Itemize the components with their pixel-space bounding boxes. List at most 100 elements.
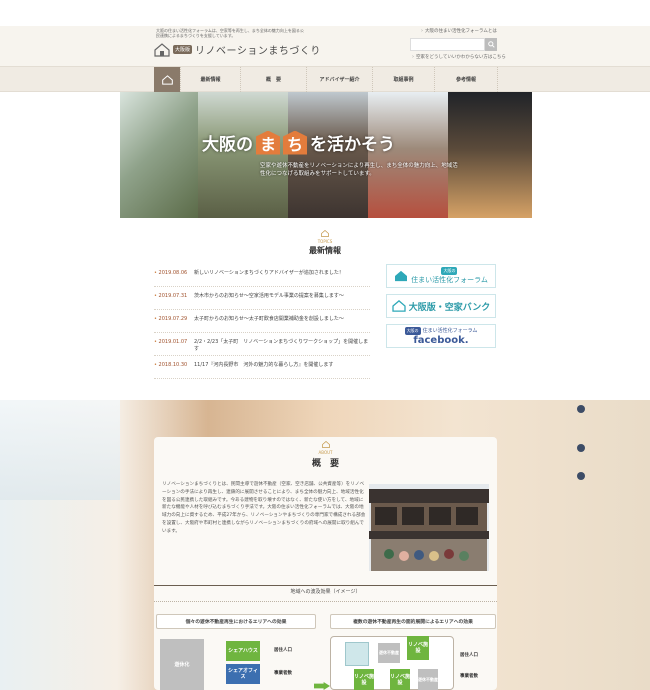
about-photo: [369, 484, 489, 571]
forum-about-label: 大阪の住まい活性化フォーラムとは: [425, 29, 497, 34]
news-list: 2019.08.06新しいリノベーションまちづくりアドバイザーが追加されました！…: [154, 264, 370, 379]
news-date: 2019.01.07: [154, 339, 194, 345]
vacant-property-label: 遊休不動産: [418, 676, 438, 682]
house-icon: [392, 300, 406, 312]
side-banners: 大阪の 住まい活性化フォーラム 大阪版・空家バンク 大阪の 住まい活性化フォーラ…: [386, 264, 496, 354]
house-logo-icon: [154, 42, 170, 57]
divider: [154, 585, 497, 586]
residents-label: 居住人口: [274, 648, 292, 653]
news-text: 11/17『河内長野市 河外の魅力的な暮らし方』を開催します: [194, 362, 334, 368]
hero-title-chi: ち: [283, 130, 307, 155]
pendant-lamp: [577, 444, 585, 452]
arrow-icon: ›: [412, 54, 414, 60]
forum-banner-title: 住まい活性化フォーラム: [411, 276, 488, 284]
renovation-block: リノベ施設: [407, 636, 429, 660]
news-text: 茨木市からのお知らせ〜空家活用モデル事業の提案を募集します〜: [194, 293, 344, 299]
site-header: 大阪の住まい活性化フォーラムは、空家等を再生し、まち全体の魅力向上を図る公民連携…: [0, 26, 650, 66]
arrow-icon: ›: [421, 28, 423, 34]
vacant-label: 遊休化: [174, 661, 190, 668]
news-date: 2018.10.30: [154, 362, 194, 368]
forum-banner[interactable]: 大阪の 住まい活性化フォーラム: [386, 264, 496, 288]
businesses-label: 事業者数: [274, 671, 292, 676]
logo-badge: 大阪版: [173, 45, 193, 54]
news-item[interactable]: 2019.07.31茨木市からのお知らせ〜空家活用モデル事業の提案を募集します〜: [154, 287, 370, 310]
share-office-label: シェアオフィス: [228, 668, 258, 680]
about-title: 概 要: [311, 459, 339, 469]
pendant-lamp: [577, 405, 585, 413]
house-icon: [321, 441, 330, 448]
hero-title-ma: ま: [256, 130, 280, 155]
window-light: [0, 400, 120, 500]
site-logo[interactable]: 大阪版 リノベーションまちづくり: [154, 42, 321, 57]
forum-banner-small: 大阪の: [441, 267, 458, 275]
header-intro: 大阪の住まい活性化フォーラムは、空家等を再生し、まち全体の魅力向上を図る公民連携…: [156, 28, 304, 38]
topics-heading: TOPICS 最新情報: [270, 230, 380, 256]
divider: [154, 601, 497, 602]
renovation-block: リノベ施設: [390, 669, 410, 690]
home-icon: [161, 74, 173, 85]
hero-photo-townhouse: [288, 92, 368, 218]
page: 大阪の住まい活性化フォーラムは、空家等を再生し、まち全体の魅力向上を図る公民連携…: [0, 0, 650, 690]
share-house-label: シェアハウス: [228, 648, 258, 654]
global-nav: 最新情報 概 要 アドバイザー紹介 取組事例 参考情報: [0, 66, 650, 92]
effect-box-individual: 個々の遊休不動産再生におけるエリアへの効果: [156, 614, 316, 629]
vacancy-bank-banner[interactable]: 大阪版・空家バンク: [386, 294, 496, 318]
topics-label: TOPICS: [317, 239, 333, 244]
hero-subtitle: 空家や遊休不動産をリノベーションにより再生し、まち全体の魅力向上、地域活性化につ…: [260, 163, 458, 177]
hero-title-pre: 大阪の: [202, 135, 253, 155]
search-box: [410, 38, 497, 51]
news-date: 2019.07.31: [154, 293, 194, 299]
search-icon: [487, 41, 495, 48]
nav-item-news[interactable]: 最新情報: [180, 67, 240, 92]
facebook-banner-text: 大阪の 住まい活性化フォーラム facebook.: [404, 326, 478, 346]
forum-about-link[interactable]: › 大阪の住まい活性化フォーラムとは: [421, 28, 497, 34]
facebook-banner-mid: 住まい活性化フォーラム: [422, 328, 478, 334]
nav-item-cases[interactable]: 取組事例: [372, 67, 434, 92]
vacant-property-label: 遊休不動産: [379, 650, 399, 655]
renovation-block: リノベ施設: [354, 669, 374, 690]
about-card: ABOUT 概 要 リノベーションまちづくりとは、民間主導で遊休不動産（空家、空…: [154, 437, 497, 690]
news-item[interactable]: 2019.01.072/2・2/23「太子町 リノベーションまちづくりワークショ…: [154, 333, 370, 356]
news-date: 2019.07.29: [154, 316, 194, 322]
nav-home-button[interactable]: [154, 67, 180, 92]
hero-photo-interior: [120, 92, 198, 218]
renovation-label: リノベ施設: [390, 673, 411, 686]
forum-banner-text: 大阪の 住まい活性化フォーラム: [411, 267, 488, 285]
hero-photo-street: [198, 92, 288, 218]
news-item[interactable]: 2019.07.29太子町からのお知らせ〜太子町飲食店開業補助金を創設しました〜: [154, 310, 370, 333]
consult-link[interactable]: › 空家をどうしていいかわからない方はこちら: [412, 54, 506, 60]
nav-item-about[interactable]: 概 要: [240, 67, 306, 92]
hero-title-post: を活かそう: [310, 135, 395, 155]
news-item[interactable]: 2019.08.06新しいリノベーションまちづくりアドバイザーが追加されました！: [154, 264, 370, 287]
hero-title: 大阪の ま ち を活かそう: [202, 130, 395, 155]
hero-banner: 大阪の ま ち を活かそう 空家や遊休不動産をリノベーションにより再生し、まち全…: [120, 92, 532, 218]
site-name: リノベーションまちづくり: [195, 46, 321, 57]
effect-box-area: 複数の遊休不動産再生の面的展開によるエリアへの効果: [330, 614, 496, 629]
renovation-label: リノベ施設: [407, 642, 428, 654]
house-icon: [321, 230, 329, 237]
vacancy-bank-title: 大阪版・空家バンク: [408, 302, 491, 313]
topics-title: 最新情報: [309, 246, 341, 255]
search-button[interactable]: [485, 38, 497, 51]
businesses-label: 事業者数: [460, 674, 478, 679]
consult-label: 空家をどうしていいかわからない方はこちら: [416, 55, 506, 60]
share-house-block: シェアハウス: [226, 641, 260, 661]
about-text: リノベーションまちづくりとは、民間主導で遊休不動産（空家、空き店舗、公共資産等）…: [162, 482, 366, 534]
news-date: 2019.08.06: [154, 270, 194, 276]
residents-label: 居住人口: [460, 653, 478, 658]
vacant-property-block: 遊休不動産: [378, 643, 400, 663]
vacant-property-block: 遊休不動産: [418, 669, 438, 690]
facebook-wordmark: facebook.: [413, 334, 469, 346]
news-item[interactable]: 2018.10.3011/17『河内長野市 河外の魅力的な暮らし方』を開催します: [154, 356, 370, 379]
share-office-block: シェアオフィス: [226, 664, 260, 684]
house-icon: [395, 270, 408, 282]
nav-item-references[interactable]: 参考情報: [434, 67, 498, 92]
effects-title: 地域への波及効果（イメージ）: [290, 589, 361, 595]
renovation-label: リノベ施設: [354, 673, 375, 686]
facebook-banner[interactable]: 大阪の 住まい活性化フォーラム facebook.: [386, 324, 496, 348]
facebook-banner-top: 大阪の 住まい活性化フォーラム: [404, 326, 478, 335]
about-label: ABOUT: [318, 450, 333, 455]
nav-item-advisers[interactable]: アドバイザー紹介: [306, 67, 372, 92]
arrow-right-icon: [314, 682, 330, 690]
search-input[interactable]: [410, 38, 485, 51]
